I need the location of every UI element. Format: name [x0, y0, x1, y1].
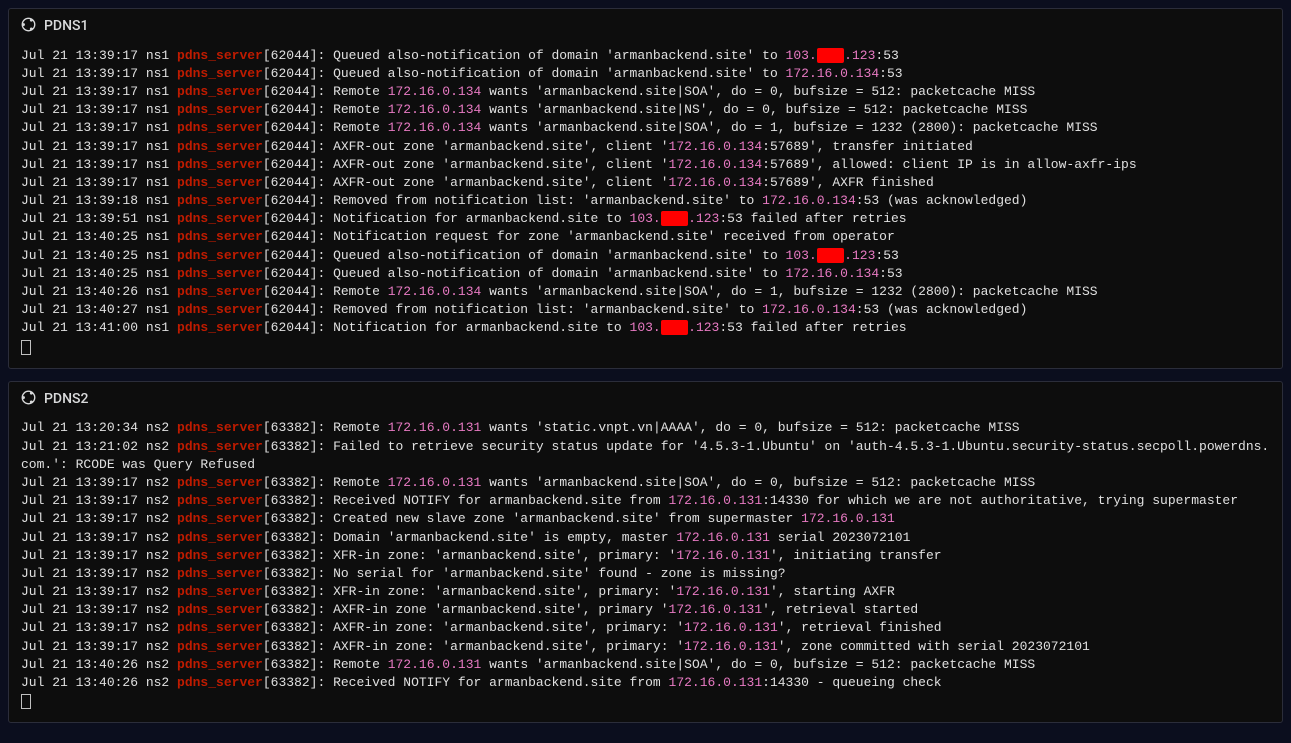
terminal-cursor-icon	[21, 694, 31, 709]
terminal-cursor-icon	[21, 340, 31, 355]
log-body-pdns1[interactable]: Jul 21 13:39:17 ns1 pdns_server[62044]: …	[21, 47, 1270, 338]
ubuntu-icon	[21, 17, 36, 36]
log-line: Jul 21 13:39:17 ns1 pdns_server[62044]: …	[21, 47, 1270, 65]
log-panel-pdns1: PDNS1 Jul 21 13:39:17 ns1 pdns_server[62…	[8, 8, 1283, 369]
panel-title: PDNS1	[44, 17, 88, 37]
log-line: Jul 21 13:39:17 ns2 pdns_server[63382]: …	[21, 510, 1270, 528]
log-line: Jul 21 13:40:26 ns1 pdns_server[62044]: …	[21, 283, 1270, 301]
log-panel-pdns2: PDNS2 Jul 21 13:20:34 ns2 pdns_server[63…	[8, 381, 1283, 724]
log-line: Jul 21 13:39:18 ns1 pdns_server[62044]: …	[21, 192, 1270, 210]
log-line: Jul 21 13:39:17 ns2 pdns_server[63382]: …	[21, 547, 1270, 565]
log-line: Jul 21 13:39:17 ns1 pdns_server[62044]: …	[21, 138, 1270, 156]
log-line: Jul 21 13:39:17 ns2 pdns_server[63382]: …	[21, 638, 1270, 656]
log-line: Jul 21 13:39:17 ns1 pdns_server[62044]: …	[21, 101, 1270, 119]
ubuntu-icon	[21, 390, 36, 409]
panel-header[interactable]: PDNS2	[21, 390, 1270, 412]
log-body-pdns2[interactable]: Jul 21 13:20:34 ns2 pdns_server[63382]: …	[21, 419, 1270, 692]
log-line: Jul 21 13:39:17 ns2 pdns_server[63382]: …	[21, 529, 1270, 547]
log-line: Jul 21 13:39:51 ns1 pdns_server[62044]: …	[21, 210, 1270, 228]
log-line: Jul 21 13:39:17 ns2 pdns_server[63382]: …	[21, 619, 1270, 637]
log-line: Jul 21 13:40:25 ns1 pdns_server[62044]: …	[21, 265, 1270, 283]
panel-title: PDNS2	[44, 390, 88, 410]
log-line: Jul 21 13:39:17 ns2 pdns_server[63382]: …	[21, 492, 1270, 510]
log-line: Jul 21 13:21:02 ns2 pdns_server[63382]: …	[21, 438, 1270, 474]
log-line: Jul 21 13:39:17 ns1 pdns_server[62044]: …	[21, 174, 1270, 192]
log-line: Jul 21 13:39:17 ns1 pdns_server[62044]: …	[21, 83, 1270, 101]
panel-header[interactable]: PDNS1	[21, 17, 1270, 39]
log-line: Jul 21 13:41:00 ns1 pdns_server[62044]: …	[21, 319, 1270, 337]
log-line: Jul 21 13:40:26 ns2 pdns_server[63382]: …	[21, 656, 1270, 674]
log-line: Jul 21 13:40:27 ns1 pdns_server[62044]: …	[21, 301, 1270, 319]
log-line: Jul 21 13:40:25 ns1 pdns_server[62044]: …	[21, 247, 1270, 265]
log-line: Jul 21 13:40:26 ns2 pdns_server[63382]: …	[21, 674, 1270, 692]
log-line: Jul 21 13:39:17 ns1 pdns_server[62044]: …	[21, 65, 1270, 83]
log-line: Jul 21 13:39:17 ns2 pdns_server[63382]: …	[21, 583, 1270, 601]
log-line: Jul 21 13:20:34 ns2 pdns_server[63382]: …	[21, 419, 1270, 437]
log-line: Jul 21 13:39:17 ns2 pdns_server[63382]: …	[21, 565, 1270, 583]
log-line: Jul 21 13:40:25 ns1 pdns_server[62044]: …	[21, 228, 1270, 246]
log-line: Jul 21 13:39:17 ns2 pdns_server[63382]: …	[21, 474, 1270, 492]
log-line: Jul 21 13:39:17 ns1 pdns_server[62044]: …	[21, 119, 1270, 137]
log-line: Jul 21 13:39:17 ns2 pdns_server[63382]: …	[21, 601, 1270, 619]
log-line: Jul 21 13:39:17 ns1 pdns_server[62044]: …	[21, 156, 1270, 174]
